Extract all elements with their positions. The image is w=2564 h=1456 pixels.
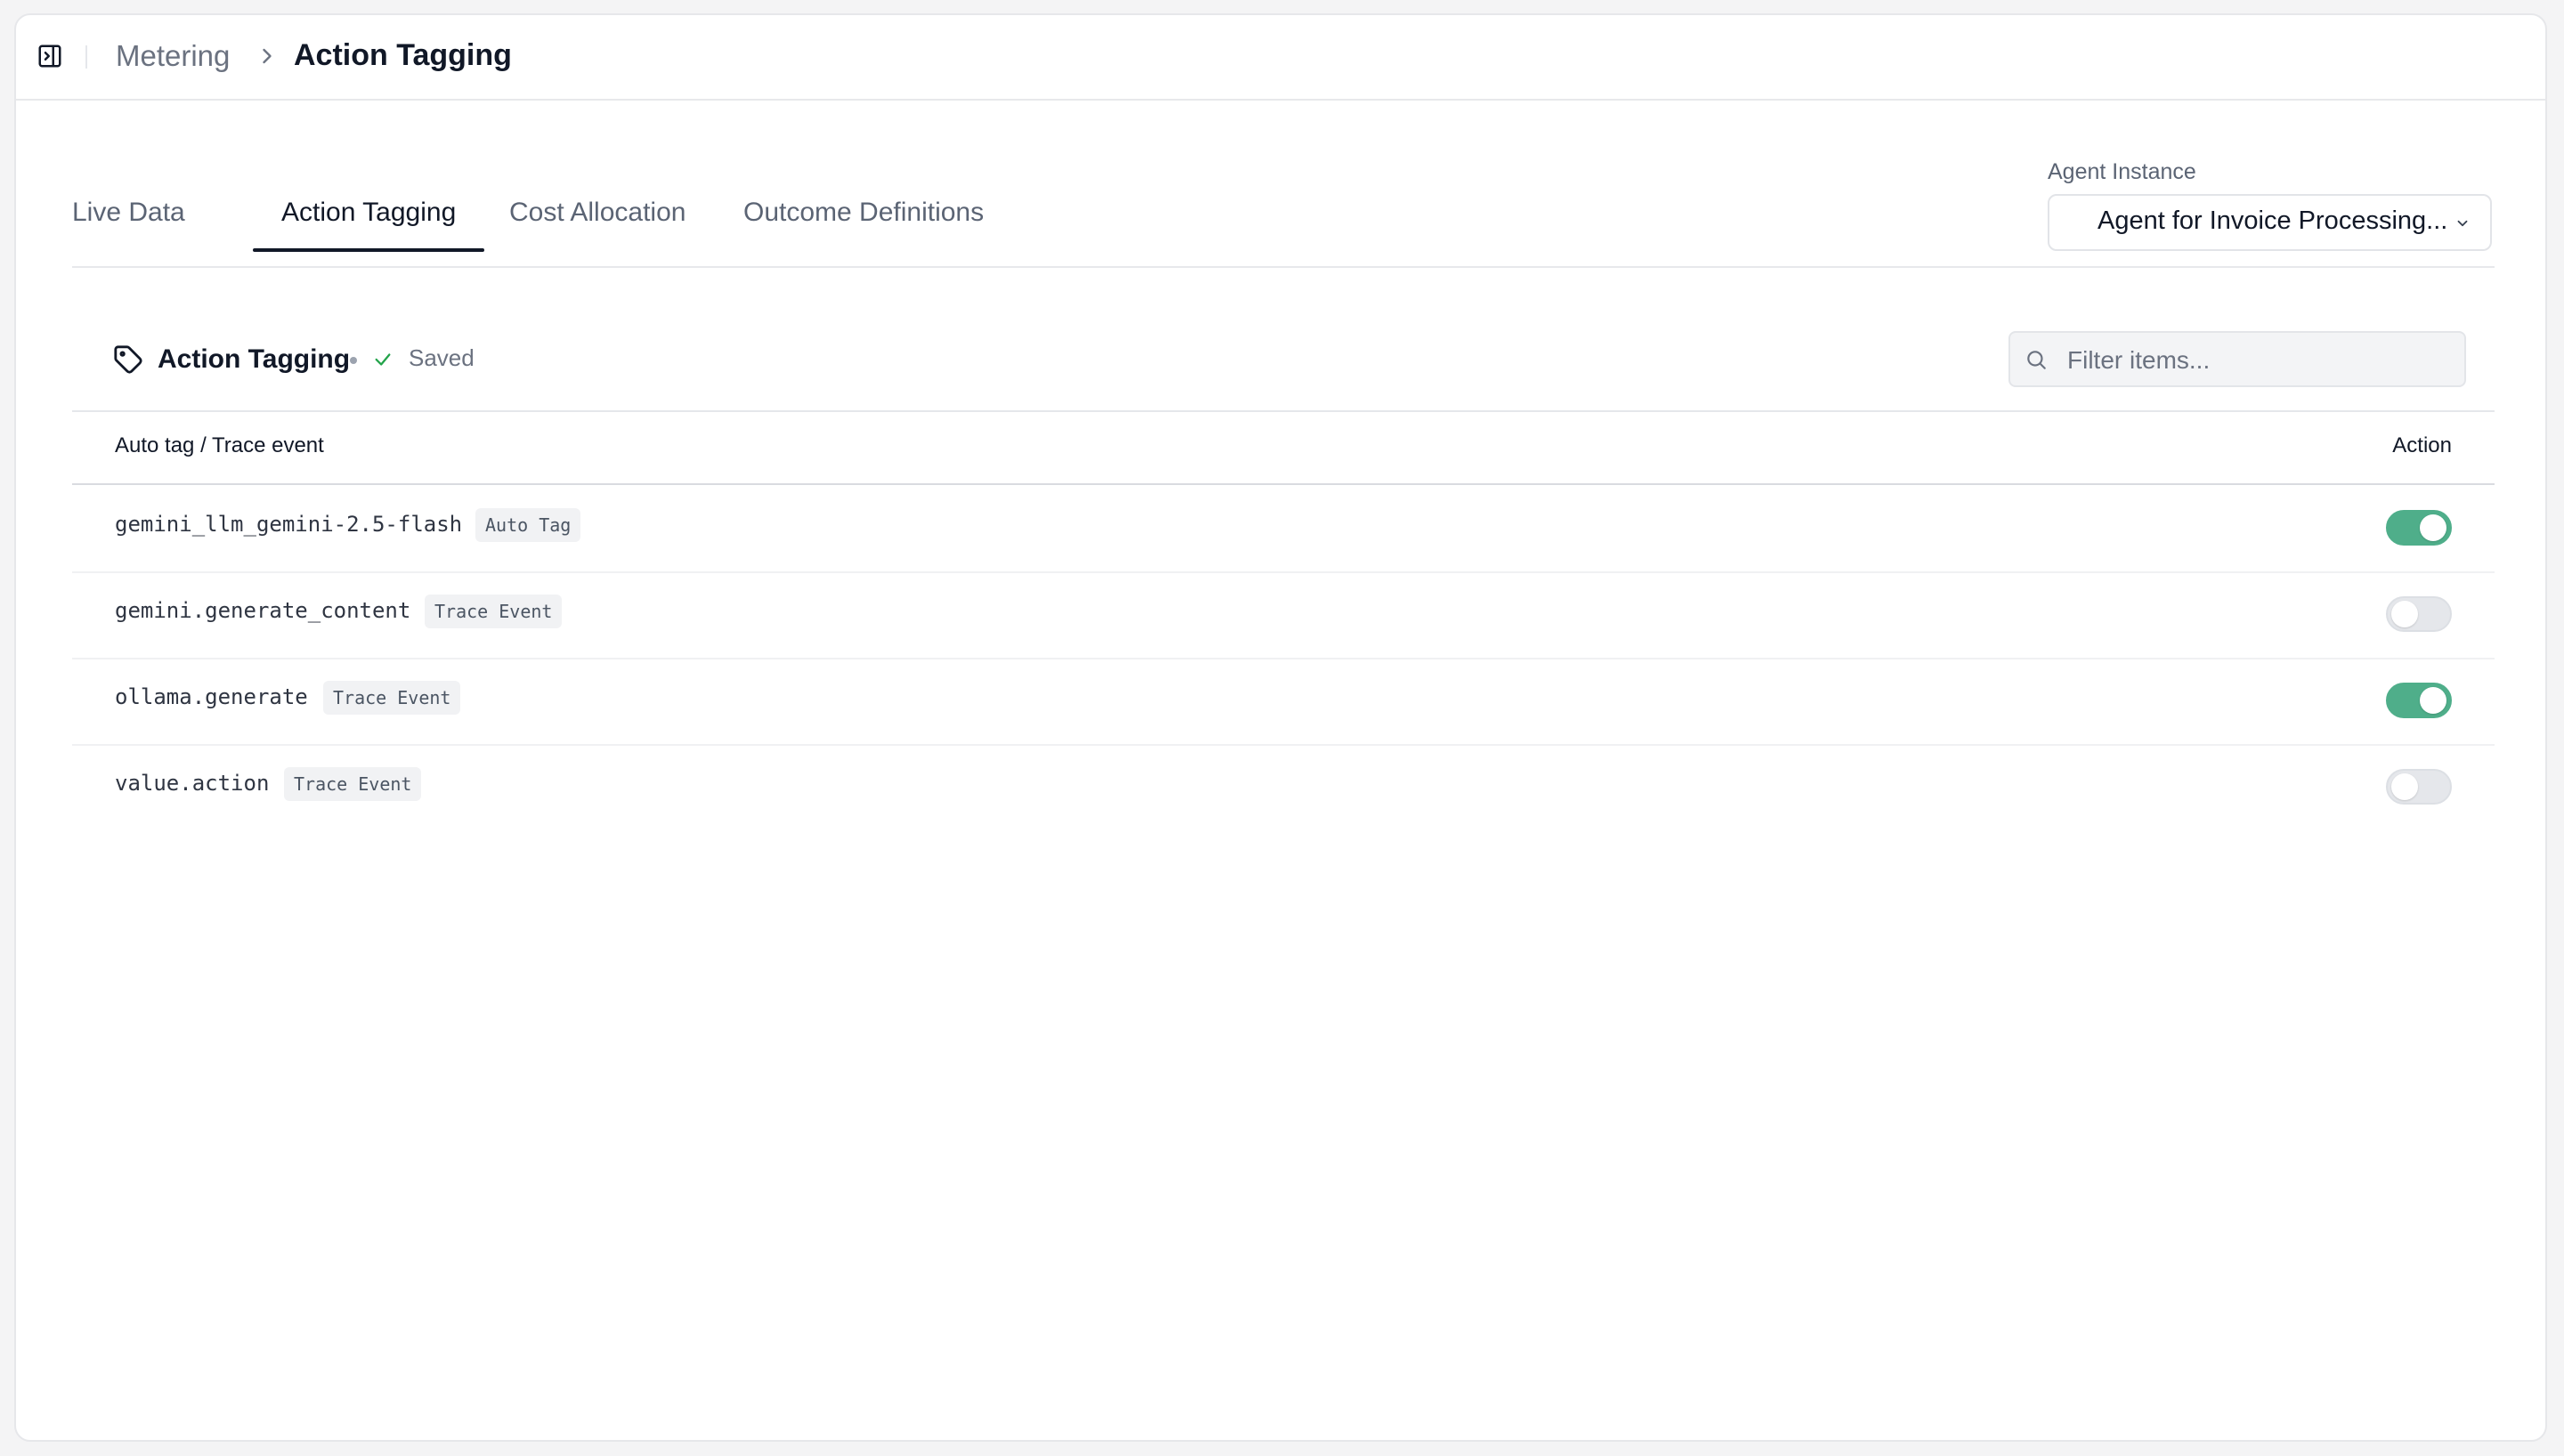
column-header-name: Auto tag / Trace event bbox=[115, 433, 324, 457]
table-header: Auto tag / Trace event Action bbox=[72, 412, 2495, 485]
table-row: gemini_llm_gemini-2.5-flash Auto Tag bbox=[72, 485, 2495, 573]
panel-toggle-icon bbox=[38, 44, 61, 68]
separator-dot bbox=[350, 357, 357, 364]
toggle-knob bbox=[2420, 687, 2446, 714]
section-title: Action Tagging bbox=[158, 344, 351, 374]
tag-icon bbox=[114, 345, 142, 374]
save-status: Saved bbox=[409, 344, 475, 371]
tab-action-tagging[interactable]: Action Tagging bbox=[253, 195, 485, 252]
filter-input[interactable] bbox=[2065, 340, 2452, 381]
breadcrumb-parent-link[interactable]: Metering bbox=[116, 38, 230, 74]
type-badge: Trace Event bbox=[323, 681, 461, 715]
check-icon bbox=[375, 353, 391, 366]
active-tab-indicator bbox=[253, 248, 485, 252]
chevron-down-icon bbox=[2457, 220, 2468, 227]
table-row: value.action Trace Event bbox=[72, 744, 2495, 830]
sidebar-toggle-button[interactable] bbox=[36, 42, 64, 70]
tab-outcome-definitions[interactable]: Outcome Definitions bbox=[715, 195, 1012, 252]
section-header: Action Tagging Saved bbox=[72, 300, 2495, 412]
event-name: value.action bbox=[115, 771, 270, 796]
type-badge: Trace Event bbox=[284, 767, 422, 801]
event-name: gemini.generate_content bbox=[115, 598, 411, 623]
tab-label: Cost Allocation bbox=[509, 198, 686, 227]
action-toggle[interactable] bbox=[2386, 596, 2452, 632]
divider bbox=[85, 45, 87, 69]
search-icon bbox=[2027, 351, 2046, 369]
top-bar: Metering Action Tagging bbox=[16, 15, 2545, 101]
tab-label: Live Data bbox=[72, 198, 185, 227]
toggle-knob bbox=[2391, 601, 2418, 627]
action-toggle[interactable] bbox=[2386, 683, 2452, 718]
event-name: ollama.generate bbox=[115, 684, 308, 709]
column-header-action: Action bbox=[2392, 433, 2452, 457]
app-window: Metering Action Tagging Live Data Action… bbox=[14, 13, 2547, 1442]
action-toggle[interactable] bbox=[2386, 769, 2452, 805]
event-name: gemini_llm_gemini-2.5-flash bbox=[115, 512, 463, 537]
agent-instance-select[interactable]: Agent for Invoice Processing... bbox=[2048, 194, 2492, 251]
tab-live-data[interactable]: Live Data bbox=[44, 195, 214, 252]
type-badge: Auto Tag bbox=[475, 508, 581, 542]
toggle-knob bbox=[2391, 773, 2418, 800]
tab-bar: Live Data Action Tagging Cost Allocation… bbox=[72, 131, 2495, 268]
toggle-knob bbox=[2420, 514, 2446, 541]
breadcrumb-current: Action Tagging bbox=[294, 38, 512, 72]
tab-cost-allocation[interactable]: Cost Allocation bbox=[481, 195, 714, 252]
filter-box bbox=[2008, 331, 2466, 387]
agent-instance-label: Agent Instance bbox=[2048, 159, 2196, 184]
chevron-right-icon bbox=[263, 48, 272, 64]
tab-label: Action Tagging bbox=[281, 198, 457, 227]
table-row: ollama.generate Trace Event bbox=[72, 658, 2495, 746]
agent-instance-value: Agent for Invoice Processing... bbox=[2097, 206, 2448, 235]
action-toggle[interactable] bbox=[2386, 510, 2452, 546]
tab-label: Outcome Definitions bbox=[743, 198, 985, 227]
type-badge: Trace Event bbox=[425, 595, 563, 628]
table-row: gemini.generate_content Trace Event bbox=[72, 571, 2495, 659]
